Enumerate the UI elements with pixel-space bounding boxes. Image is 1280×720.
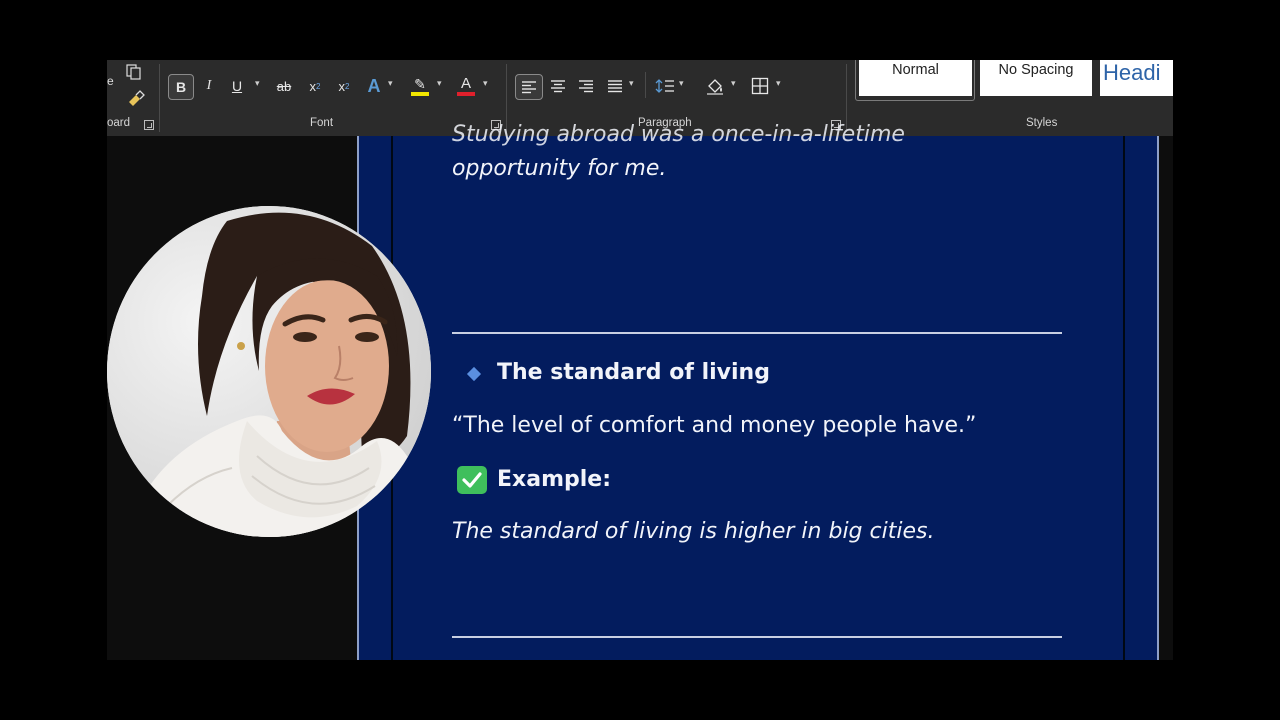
horizontal-rule [452,332,1062,334]
horizontal-rule [452,636,1062,638]
format-painter-icon[interactable] [126,90,146,108]
shading-dropdown-icon[interactable]: ▾ [731,78,736,89]
font-color-bar [457,92,475,96]
style-no-spacing[interactable]: No Spacing [980,60,1092,96]
underline-button[interactable]: U [227,74,247,98]
line-spacing-dropdown-icon[interactable]: ▾ [679,78,684,89]
superscript-mark: 2 [345,81,350,91]
bold-button[interactable]: B [168,74,194,100]
bold-label: B [175,79,187,95]
subscript-mark: 2 [316,81,321,91]
section-heading: The standard of living [497,360,770,385]
align-center-button[interactable] [547,74,569,98]
style-heading-label: Headi [1103,60,1161,85]
underline-label: U [231,78,243,94]
italic-label: I [206,78,212,93]
style-normal[interactable]: Normal [859,60,972,96]
font-group-label: Font [310,117,334,129]
document-page[interactable]: Studying abroad was a once-in-a-lifetime… [357,122,1159,660]
borders-icon [751,77,769,95]
highlight-dropdown-icon[interactable]: ▾ [437,78,442,89]
align-center-icon [551,80,565,93]
font-color-label: A [460,75,471,92]
line-spacing-button[interactable] [653,74,677,98]
align-left-icon [522,81,536,94]
page-margin-area [391,136,1125,660]
clipboard-group-label: oard [107,117,131,129]
copy-icon[interactable] [125,63,143,81]
line-spacing-icon [655,79,674,93]
text-effects-dropdown-icon[interactable]: ▾ [388,78,393,89]
clipboard-launcher-icon[interactable] [144,120,154,130]
justify-icon [608,80,622,93]
style-no-spacing-label: No Spacing [998,62,1074,78]
styles-group-label: Styles [1026,117,1058,129]
example-label: Example: [497,467,611,492]
doc-line-opportunity: opportunity for me. [452,156,667,181]
style-heading[interactable]: Headi [1100,60,1173,96]
person-video-feed [107,206,431,537]
paint-bucket-icon [707,79,723,95]
style-normal-label: Normal [892,62,939,78]
highlighter-icon: ✎ [414,76,426,92]
borders-dropdown-icon[interactable]: ▾ [776,78,781,89]
group-divider [159,64,160,132]
check-mark-icon [457,466,487,494]
align-left-button[interactable] [515,74,543,100]
partial-previous-line: Studying abroad was a once-in-a-lifetime [452,122,905,147]
align-right-icon [579,80,593,93]
align-right-button[interactable] [575,74,597,98]
subscript-button[interactable]: x2 [304,74,326,98]
text-effects-label: A [367,75,381,96]
italic-button[interactable]: I [199,74,219,98]
strikethrough-button[interactable]: ab [273,74,295,98]
font-color-button[interactable]: A [455,74,477,98]
superscript-button[interactable]: x2 [333,74,355,98]
text-effects-button[interactable]: A [363,74,385,98]
shading-button[interactable] [703,74,727,98]
highlight-color-bar [411,92,429,96]
word-window: e oard B I U ▾ ab x2 x2 A ▾ ✎ ▾ A ▾ Font [107,60,1173,660]
font-color-dropdown-icon[interactable]: ▾ [483,78,488,89]
example-sentence: The standard of living is higher in big … [452,519,935,544]
webcam-overlay [107,206,431,537]
borders-button[interactable] [748,74,772,98]
underline-dropdown-icon[interactable]: ▾ [255,78,260,89]
definition-text: “The level of comfort and money people h… [452,413,977,438]
justify-dropdown-icon[interactable]: ▾ [629,78,634,89]
highlight-button[interactable]: ✎ [409,74,431,98]
mini-divider [645,72,646,98]
justify-button[interactable] [604,74,626,98]
clipboard-partial-label: e [107,74,114,88]
strikethrough-label: ab [276,78,292,94]
